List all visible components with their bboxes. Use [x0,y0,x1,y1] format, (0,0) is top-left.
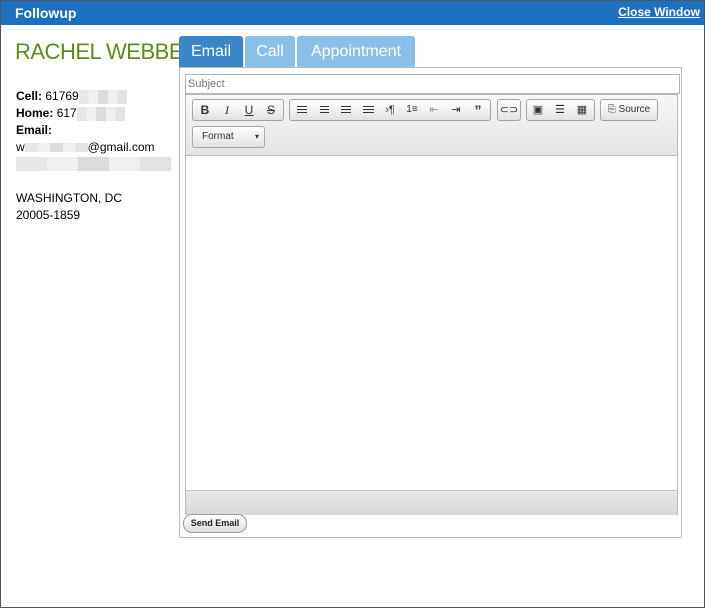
underline-icon[interactable]: U [238,100,260,120]
source-icon: ⎘ [607,104,616,115]
justify-icon[interactable] [357,100,379,120]
horizontal-rule-icon[interactable]: ☰ [549,100,571,120]
home-label: Home: [16,106,54,120]
tab-email[interactable]: Email [179,36,243,68]
source-label: Source [618,104,651,115]
link-group: ⊂⊃ [497,99,521,121]
home-value: 617 [56,106,77,120]
email-prefix: w [16,140,25,154]
blockquote-icon[interactable]: ” [467,100,489,120]
basic-styles-group: B I U S [192,99,284,121]
format-label: Format [202,131,234,142]
email-label-line: Email: [16,123,52,137]
city-state: WASHINGTON, DC [16,191,123,205]
followup-window: Followup Close Window RACHEL WEBBER Cell… [0,0,705,608]
numbered-list-icon[interactable]: 1≡ [401,100,423,120]
source-button[interactable]: ⎘ Source [601,100,657,120]
format-dropdown[interactable]: Format ▾ [192,126,265,148]
cell-label: Cell: [16,89,43,103]
email-suffix: @gmail.com [87,140,155,154]
zip-code: 20005-1859 [16,208,81,222]
subject-input[interactable] [185,74,680,94]
redacted-block [24,143,88,153]
align-center-icon[interactable] [313,100,335,120]
bold-icon[interactable]: B [194,100,216,120]
cell-line: Cell: 61769 [16,89,127,104]
window-title: Followup [15,5,77,21]
image-icon[interactable]: ▣ [527,100,549,120]
source-group: ⎘ Source [600,99,658,121]
align-left-icon[interactable] [291,100,313,120]
ltr-icon[interactable]: ›¶ [379,100,401,120]
indent-icon[interactable]: ⇥ [445,100,467,120]
italic-icon[interactable]: I [216,100,238,120]
redacted-block [16,156,171,171]
redacted-block [78,89,127,104]
link-icon[interactable]: ⊂⊃ [498,100,520,120]
rich-text-editor: B I U S ›¶ 1≡ ⇤ ⇥ ” ⊂⊃ ▣ ☰ ▦ ⎘ Source Fo… [185,94,678,515]
tab-appointment[interactable]: Appointment [297,36,415,68]
table-icon[interactable]: ▦ [571,100,593,120]
close-window-link[interactable]: Close Window [618,5,700,19]
email-panel: B I U S ›¶ 1≡ ⇤ ⇥ ” ⊂⊃ [179,67,682,538]
tab-call[interactable]: Call [245,36,295,68]
strikethrough-icon[interactable]: S [260,100,282,120]
insert-group: ▣ ☰ ▦ [526,99,595,121]
align-right-icon[interactable] [335,100,357,120]
title-bar: Followup Close Window [1,1,704,25]
redacted-block [76,106,125,121]
redacted-line [16,156,171,171]
email-line: w @gmail.com [16,140,155,154]
cell-value: 61769 [45,89,79,103]
contact-name: RACHEL WEBBER [15,39,199,64]
paragraph-group: ›¶ 1≡ ⇤ ⇥ ” [289,99,491,121]
home-line: Home: 617 [16,106,125,121]
editor-toolbar: B I U S ›¶ 1≡ ⇤ ⇥ ” ⊂⊃ ▣ ☰ ▦ ⎘ Source Fo… [186,95,677,156]
email-label: Email: [16,123,53,137]
send-email-button[interactable]: Send Email [183,514,247,533]
outdent-icon[interactable]: ⇤ [423,100,445,120]
editor-status-bar [186,490,677,515]
dropdown-arrow-icon: ▾ [254,132,259,141]
editor-body[interactable] [186,156,677,489]
